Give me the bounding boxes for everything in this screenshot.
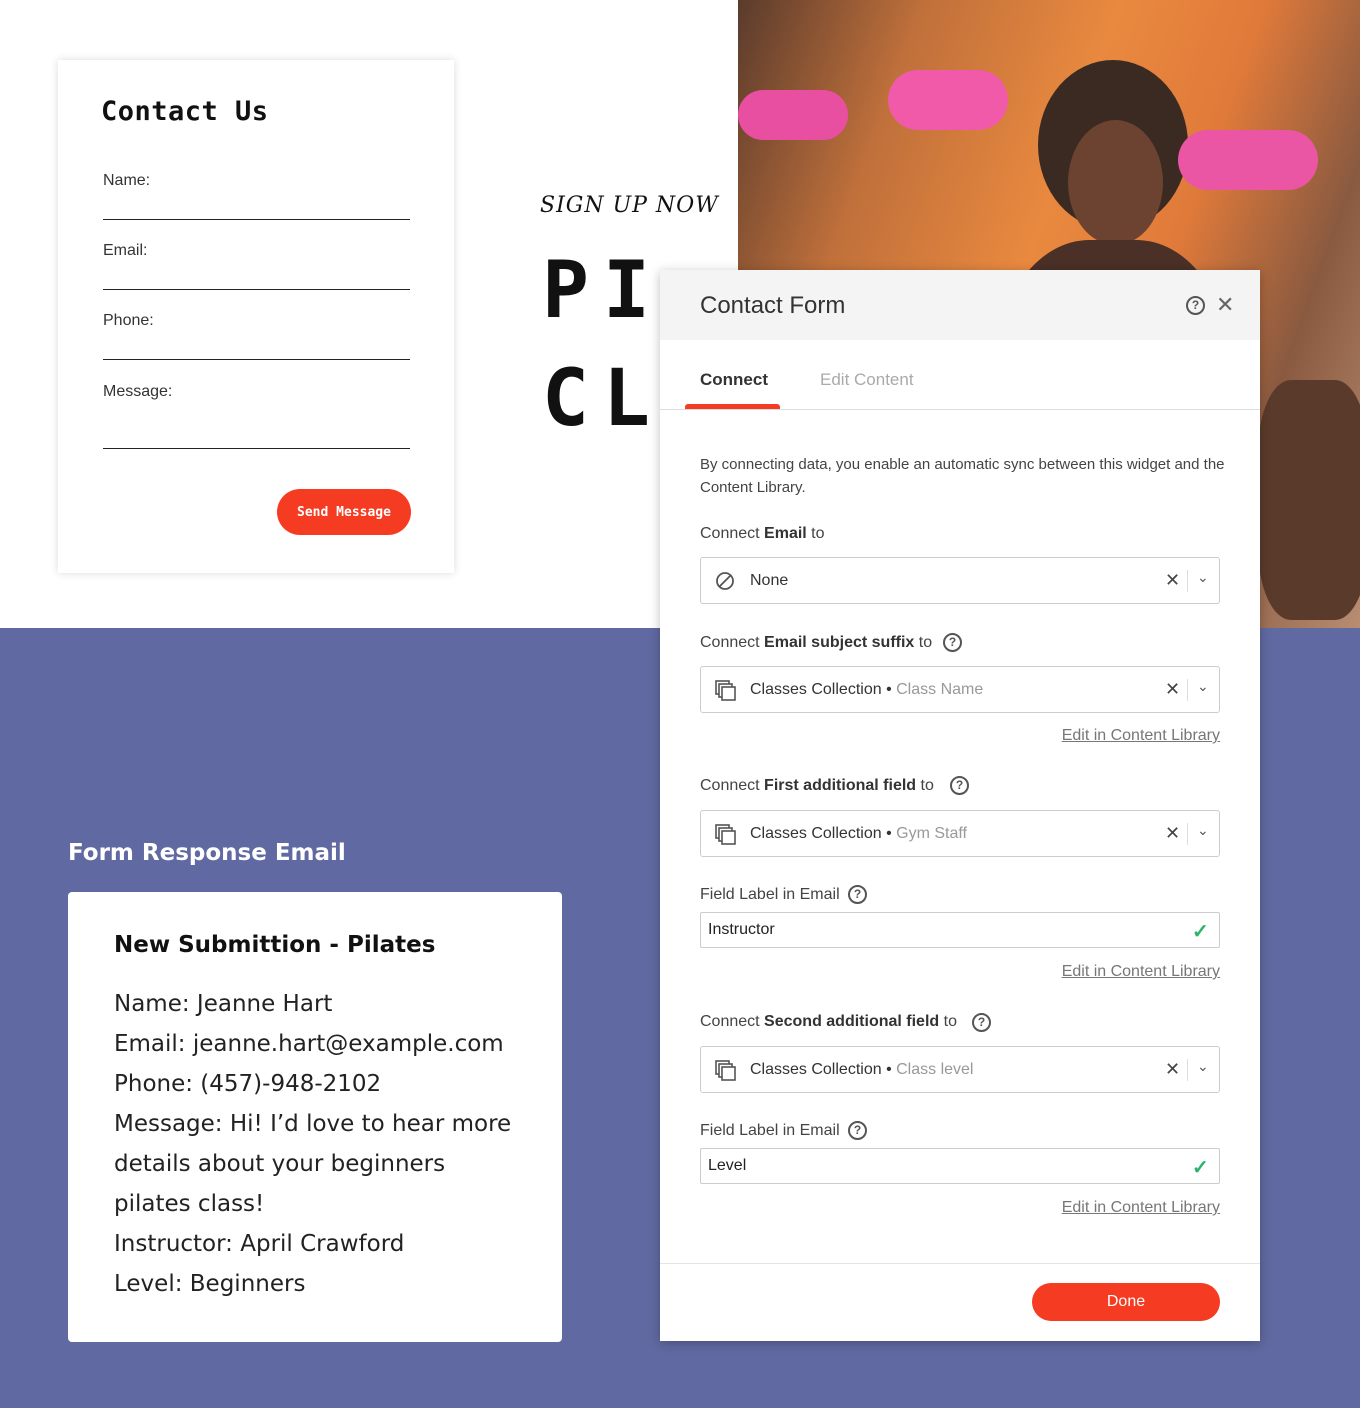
level-label-input[interactable]: Level ✓ bbox=[700, 1148, 1220, 1184]
email-line: Name: Jeanne Hart bbox=[114, 991, 333, 1017]
chevron-down-icon[interactable]: ⌄ bbox=[1197, 1058, 1209, 1075]
check-icon: ✓ bbox=[1192, 1157, 1209, 1179]
help-icon[interactable]: ? bbox=[972, 1013, 991, 1032]
select-value: Classes Collection • Class Name bbox=[750, 681, 984, 698]
field-label-in-email-label: Field Label in Email bbox=[700, 1122, 840, 1139]
connect-subject-label: Connect Email subject suffix to bbox=[700, 634, 933, 651]
footer-divider bbox=[660, 1263, 1260, 1264]
tab-connect[interactable]: Connect bbox=[700, 370, 768, 390]
select-divider bbox=[1187, 679, 1188, 701]
instructor-label-input[interactable]: Instructor ✓ bbox=[700, 912, 1220, 948]
connect-email-select[interactable]: None ✕ ⌄ bbox=[700, 557, 1220, 604]
connect-first-field-select[interactable]: Classes Collection • Gym Staff ✕ ⌄ bbox=[700, 810, 1220, 857]
email-line: Phone: (457)-948-2102 bbox=[114, 1071, 382, 1097]
email-preview-card: New Submittion - Pilates Name: Jeanne Ha… bbox=[68, 892, 562, 1342]
hero-title-line2: CL bbox=[542, 354, 664, 444]
message-input[interactable] bbox=[103, 448, 410, 449]
contact-us-card: Contact Us Name: Email: Phone: Message: … bbox=[58, 60, 454, 573]
phone-label: Phone: bbox=[103, 312, 154, 329]
collection-icon bbox=[715, 1060, 736, 1081]
tab-edit-content[interactable]: Edit Content bbox=[820, 370, 914, 390]
select-divider bbox=[1187, 570, 1188, 592]
edit-in-content-library-link[interactable]: Edit in Content Library bbox=[1062, 963, 1220, 981]
input-value: Instructor bbox=[708, 921, 775, 938]
help-icon[interactable]: ? bbox=[950, 776, 969, 795]
help-icon[interactable]: ? bbox=[848, 1121, 867, 1140]
email-line: Level: Beginners bbox=[114, 1271, 306, 1297]
check-icon: ✓ bbox=[1192, 921, 1209, 943]
none-icon bbox=[715, 571, 735, 591]
clear-icon[interactable]: ✕ bbox=[1165, 679, 1180, 700]
select-value: None bbox=[750, 572, 789, 589]
select-value: Classes Collection • Class level bbox=[750, 1061, 974, 1078]
clear-icon[interactable]: ✕ bbox=[1165, 570, 1180, 591]
email-line: Message: Hi! I’d love to hear more bbox=[114, 1111, 512, 1137]
select-divider bbox=[1187, 823, 1188, 845]
contact-us-title: Contact Us bbox=[101, 96, 269, 127]
edit-in-content-library-link[interactable]: Edit in Content Library bbox=[1062, 1199, 1220, 1217]
email-line: Instructor: April Crawford bbox=[114, 1231, 405, 1257]
clear-icon[interactable]: ✕ bbox=[1165, 1059, 1180, 1080]
name-input[interactable] bbox=[103, 219, 410, 220]
connect-subject-select[interactable]: Classes Collection • Class Name ✕ ⌄ bbox=[700, 666, 1220, 713]
help-icon[interactable]: ? bbox=[848, 885, 867, 904]
form-response-email-title: Form Response Email bbox=[68, 840, 346, 866]
connect-intro-text: By connecting data, you enable an automa… bbox=[700, 456, 1225, 496]
chevron-down-icon[interactable]: ⌄ bbox=[1197, 822, 1209, 839]
email-line: Email: jeanne.hart@example.com bbox=[114, 1031, 504, 1057]
email-heading: New Submittion - Pilates bbox=[114, 932, 436, 958]
email-body: Name: Jeanne Hart Email: jeanne.hart@exa… bbox=[114, 984, 534, 1304]
email-label: Email: bbox=[103, 242, 148, 259]
email-input[interactable] bbox=[103, 289, 410, 290]
connect-first-field-label: Connect First additional field to bbox=[700, 777, 934, 794]
edit-in-content-library-link[interactable]: Edit in Content Library bbox=[1062, 727, 1220, 745]
connect-second-field-select[interactable]: Classes Collection • Class level ✕ ⌄ bbox=[700, 1046, 1220, 1093]
chevron-down-icon[interactable]: ⌄ bbox=[1197, 569, 1209, 586]
select-divider bbox=[1187, 1059, 1188, 1081]
chevron-down-icon[interactable]: ⌄ bbox=[1197, 678, 1209, 695]
contact-form-dialog: Contact Form ? ✕ Connect Edit Content By… bbox=[660, 270, 1260, 1341]
hero-title-line1: PI bbox=[542, 246, 664, 336]
input-value: Level bbox=[708, 1157, 747, 1174]
connect-email-label: Connect Email to bbox=[700, 525, 825, 542]
done-button[interactable]: Done bbox=[1032, 1283, 1220, 1321]
help-icon[interactable]: ? bbox=[943, 633, 962, 652]
select-value: Classes Collection • Gym Staff bbox=[750, 825, 967, 842]
help-icon[interactable]: ? bbox=[1186, 296, 1205, 315]
message-label: Message: bbox=[103, 383, 173, 400]
email-line: details about your beginners bbox=[114, 1151, 446, 1177]
dialog-header: Contact Form ? ✕ bbox=[660, 270, 1260, 340]
collection-icon bbox=[715, 680, 736, 701]
connect-second-field-label: Connect Second additional field to bbox=[700, 1013, 957, 1030]
collection-icon bbox=[715, 824, 736, 845]
name-label: Name: bbox=[103, 172, 151, 189]
signup-tagline: SIGN UP NOW bbox=[540, 193, 719, 218]
email-line: pilates class! bbox=[114, 1191, 265, 1217]
field-label-in-email-label: Field Label in Email bbox=[700, 886, 840, 903]
dialog-title: Contact Form bbox=[700, 292, 846, 319]
phone-input[interactable] bbox=[103, 359, 410, 360]
send-message-button[interactable]: Send Message bbox=[277, 489, 411, 535]
close-icon[interactable]: ✕ bbox=[1216, 294, 1234, 316]
tab-divider bbox=[660, 409, 1260, 410]
clear-icon[interactable]: ✕ bbox=[1165, 823, 1180, 844]
